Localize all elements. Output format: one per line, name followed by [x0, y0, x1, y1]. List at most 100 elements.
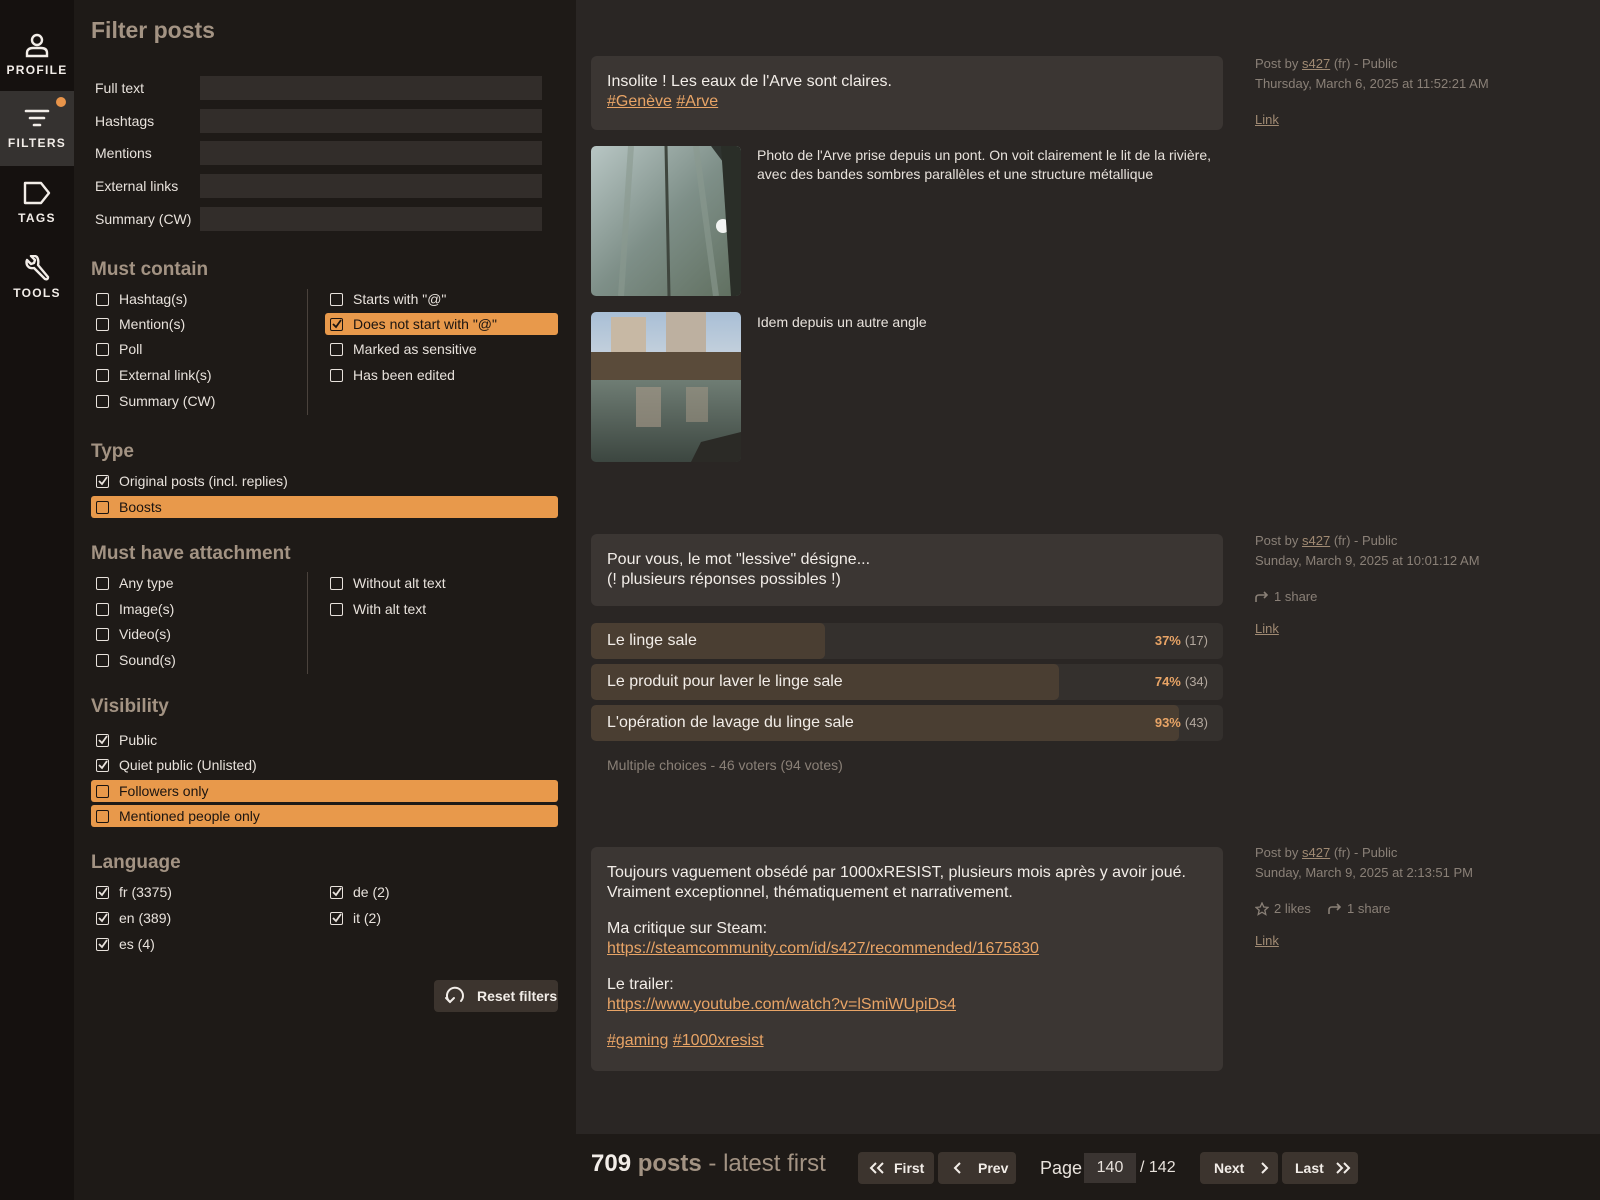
checkbox-without-alt[interactable]: Without alt text	[325, 572, 558, 594]
summary-field: Summary (CW)	[74, 207, 576, 231]
external-links-input[interactable]	[200, 174, 542, 198]
checkbox-box[interactable]	[330, 576, 343, 590]
checkbox-box[interactable]	[96, 653, 109, 667]
post-permalink[interactable]: Link	[1255, 110, 1279, 130]
checkbox-unlisted[interactable]: Quiet public (Unlisted)	[91, 754, 558, 776]
full-text-input[interactable]	[200, 76, 542, 100]
sidebar-item-profile[interactable]: PROFILE	[0, 18, 74, 93]
chevron-right-icon	[1261, 1162, 1269, 1174]
checkbox-label: Followers only	[119, 783, 209, 799]
hashtag-link[interactable]: #1000xresist	[673, 1032, 764, 1049]
checkbox-box[interactable]	[96, 809, 109, 823]
checkbox-box[interactable]	[330, 911, 343, 925]
checkbox-box[interactable]	[96, 758, 109, 772]
checkbox-box[interactable]	[96, 627, 109, 641]
checkbox-lang-it[interactable]: it (2)	[325, 907, 558, 929]
checkbox-box[interactable]	[96, 911, 109, 925]
post-count-number: 709	[591, 1150, 632, 1177]
next-page-label: Next	[1214, 1160, 1245, 1176]
checkbox-lang-de[interactable]: de (2)	[325, 881, 558, 903]
post-meta: Post by s427 (fr) - Public Sunday, March…	[1255, 531, 1575, 641]
checkbox-box[interactable]	[96, 937, 109, 951]
post-text: Toujours vaguement obsédé par 1000xRESIS…	[607, 864, 1186, 881]
checkbox-box[interactable]	[330, 368, 343, 382]
trailer-link[interactable]: https://www.youtube.com/watch?v=lSmiWUpi…	[607, 996, 956, 1013]
checkbox-lang-en[interactable]: en (389)	[91, 907, 291, 929]
checkbox-boosts[interactable]: Boosts	[91, 496, 558, 518]
sidebar-item-tools[interactable]: TOOLS	[0, 241, 74, 316]
checkbox-lang-es[interactable]: es (4)	[91, 933, 291, 955]
checkbox-any-type[interactable]: Any type	[91, 572, 291, 594]
checkbox-with-alt[interactable]: With alt text	[325, 598, 558, 620]
hashtag-link[interactable]: #gaming	[607, 1032, 668, 1049]
checkbox-summary[interactable]: Summary (CW)	[91, 390, 291, 412]
post-permalink[interactable]: Link	[1255, 619, 1279, 639]
checkbox-does-not-start-with-at[interactable]: Does not start with "@"	[325, 313, 558, 335]
last-page-button[interactable]: Last	[1282, 1152, 1358, 1184]
checkbox-box[interactable]	[96, 500, 109, 514]
checkbox-mentioned-only[interactable]: Mentioned people only	[91, 805, 558, 827]
checkbox-sounds[interactable]: Sound(s)	[91, 649, 291, 671]
checkbox-followers-only[interactable]: Followers only	[91, 780, 558, 802]
image-description: Idem depuis un autre angle	[757, 314, 927, 330]
checkbox-box[interactable]	[96, 885, 109, 899]
checkbox-box[interactable]	[96, 784, 109, 798]
post-image[interactable]	[591, 146, 741, 296]
checkbox-box[interactable]	[96, 394, 109, 408]
prev-page-button[interactable]: Prev	[938, 1152, 1016, 1184]
checkbox-box[interactable]	[96, 474, 109, 488]
post-by-label: Post by	[1255, 845, 1299, 860]
checkbox-poll[interactable]: Poll	[91, 338, 291, 360]
checkbox-mentions[interactable]: Mention(s)	[91, 313, 291, 335]
post-text: Ma critique sur Steam:	[607, 920, 768, 937]
checkbox-starts-with-at[interactable]: Starts with "@"	[325, 288, 558, 310]
author-link[interactable]: s427	[1302, 845, 1330, 860]
checkbox-videos[interactable]: Video(s)	[91, 623, 291, 645]
first-page-button[interactable]: First	[858, 1152, 934, 1184]
author-link[interactable]: s427	[1302, 533, 1330, 548]
post-image[interactable]	[591, 312, 741, 462]
checkbox-original-posts[interactable]: Original posts (incl. replies)	[91, 470, 558, 492]
checkbox-box[interactable]	[96, 317, 109, 331]
checkbox-sensitive[interactable]: Marked as sensitive	[325, 338, 558, 360]
checkbox-label: es (4)	[119, 936, 155, 952]
checkbox-box[interactable]	[96, 576, 109, 590]
checkbox-label: Has been edited	[353, 367, 455, 383]
hashtag-link[interactable]: #Arve	[676, 93, 718, 110]
sidebar-item-tags[interactable]: TAGS	[0, 166, 74, 241]
checkbox-box[interactable]	[330, 602, 343, 616]
checkbox-box[interactable]	[330, 292, 343, 306]
hashtag-link[interactable]: #Genève	[607, 93, 672, 110]
post-author-line: Post by s427 (fr) - Public	[1255, 54, 1575, 74]
post-permalink[interactable]: Link	[1255, 931, 1279, 951]
sidebar-item-filters[interactable]: FILTERS	[0, 91, 74, 166]
checkbox-box[interactable]	[96, 342, 109, 356]
reset-filters-button[interactable]: Reset filters	[434, 980, 558, 1012]
checkbox-label: Mentioned people only	[119, 808, 260, 824]
checkbox-images[interactable]: Image(s)	[91, 598, 291, 620]
checkbox-box[interactable]	[330, 317, 343, 331]
page-number-input[interactable]	[1084, 1153, 1136, 1183]
checkbox-box[interactable]	[330, 885, 343, 899]
checkbox-box[interactable]	[96, 602, 109, 616]
steam-review-link[interactable]: https://steamcommunity.com/id/s427/recom…	[607, 940, 1039, 957]
checkbox-label: Without alt text	[353, 575, 446, 591]
checkbox-box[interactable]	[96, 733, 109, 747]
checkbox-box[interactable]	[330, 342, 343, 356]
post-text: (! plusieurs réponses possibles !)	[607, 571, 841, 588]
hashtags-input[interactable]	[200, 109, 542, 133]
author-link[interactable]: s427	[1302, 56, 1330, 71]
summary-input[interactable]	[200, 207, 542, 231]
checkbox-box[interactable]	[96, 368, 109, 382]
meta-separator: -	[1354, 533, 1359, 548]
checkbox-box[interactable]	[96, 292, 109, 306]
checkbox-hashtags[interactable]: Hashtag(s)	[91, 288, 291, 310]
checkbox-label: With alt text	[353, 601, 427, 617]
next-page-button[interactable]: Next	[1200, 1152, 1278, 1184]
checkbox-external-links[interactable]: External link(s)	[91, 364, 291, 386]
mentions-input[interactable]	[200, 141, 542, 165]
checkbox-lang-fr[interactable]: fr (3375)	[91, 881, 291, 903]
poll-votes: (34)	[1184, 674, 1208, 689]
checkbox-edited[interactable]: Has been edited	[325, 364, 558, 386]
checkbox-public[interactable]: Public	[91, 729, 558, 751]
